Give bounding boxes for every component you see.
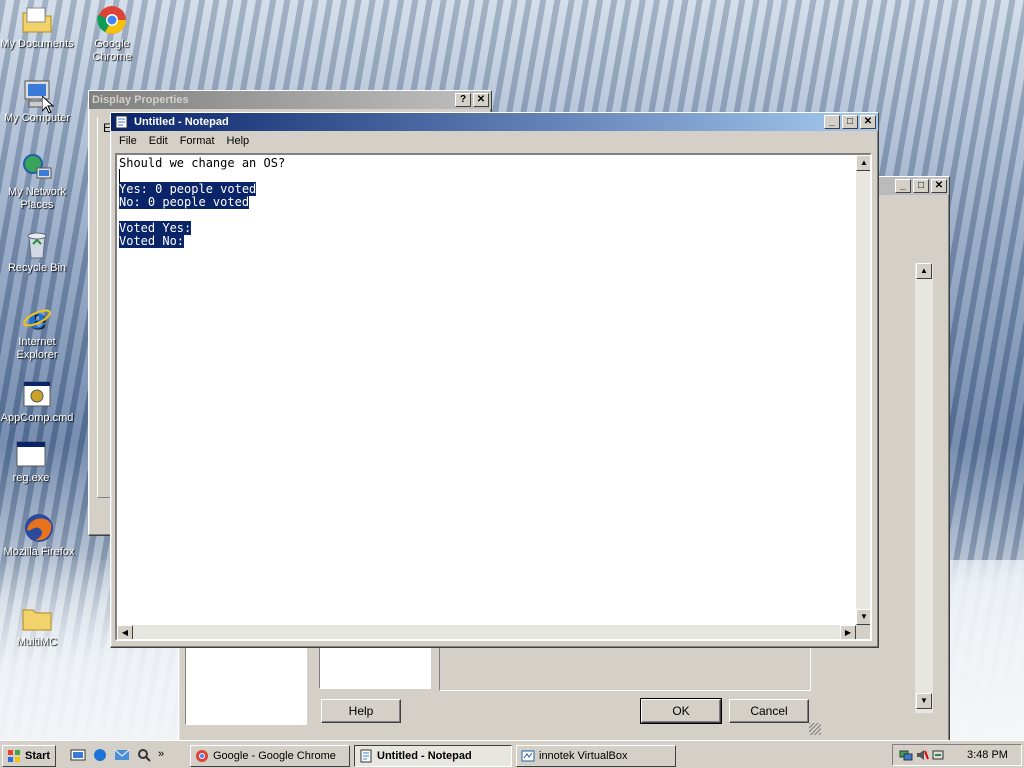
cancel-button[interactable]: Cancel — [729, 699, 809, 723]
desktop-icon-mozilla-firefox[interactable]: Mozilla Firefox — [2, 512, 76, 559]
taskbar: Start » Google - Google Chrome Untitled … — [0, 740, 1024, 768]
selected-text-line: Voted No: — [119, 234, 185, 248]
taskbar-item-virtualbox[interactable]: innotek VirtualBox — [516, 745, 676, 767]
selected-text-line: Yes: 0 people voted — [119, 182, 257, 196]
notepad-icon — [360, 749, 372, 763]
desktop-icon-label: Google Chrome — [92, 38, 132, 63]
scroll-up-icon[interactable]: ▲ — [916, 263, 932, 279]
desktop-icon-label: MultiMC — [16, 636, 58, 648]
window-title: Untitled - Notepad — [134, 116, 229, 128]
application-window-icon — [16, 441, 46, 467]
resize-grip-icon[interactable] — [856, 625, 870, 639]
close-icon[interactable]: ✕ — [473, 93, 489, 107]
menu-file[interactable]: File — [113, 132, 143, 150]
close-icon[interactable]: ✕ — [931, 179, 947, 193]
show-desktop-icon[interactable] — [70, 747, 86, 763]
desktop-icon-recycle-bin[interactable]: Recycle Bin — [0, 228, 74, 275]
desktop-icon-google-chrome[interactable]: Google Chrome — [75, 4, 149, 64]
close-icon[interactable]: ✕ — [860, 115, 876, 129]
batch-file-icon — [23, 381, 51, 407]
menu-edit[interactable]: Edit — [143, 132, 174, 150]
menu-help[interactable]: Help — [221, 132, 256, 150]
help-icon[interactable]: ? — [455, 93, 471, 107]
safely-remove-tray-icon[interactable] — [931, 748, 945, 762]
dialog-scrollbar[interactable]: ▲ ▼ — [915, 263, 933, 713]
network-tray-icon[interactable] — [899, 748, 913, 762]
vertical-scrollbar[interactable]: ▲ ▼ — [856, 155, 870, 625]
help-button[interactable]: Help — [321, 699, 401, 723]
firefox-icon — [25, 514, 53, 542]
internet-explorer-icon: e — [23, 302, 51, 334]
scroll-left-icon[interactable]: ◀ — [117, 625, 133, 639]
details-box — [439, 647, 811, 691]
desktop-icon-label: reg.exe — [12, 472, 50, 484]
folder-icon — [22, 609, 52, 631]
taskbar-item-notepad[interactable]: Untitled - Notepad — [354, 745, 512, 767]
display-properties-titlebar[interactable]: Display Properties ? ✕ — [89, 91, 491, 109]
menu-bar: File Edit Format Help — [111, 131, 878, 151]
selected-text-line: Voted Yes: — [119, 221, 192, 235]
virtualbox-icon — [521, 750, 535, 762]
desktop-icon-label: My Computer — [3, 112, 71, 124]
selected-text-line: No: 0 people voted — [119, 195, 250, 209]
ok-button[interactable]: OK — [640, 698, 722, 724]
desktop-icon-label: My Network Places — [7, 186, 67, 211]
start-label: Start — [25, 750, 51, 762]
window-title: Display Properties — [92, 94, 189, 106]
taskbar-item-label: Google - Google Chrome — [213, 750, 336, 762]
preview-list — [185, 647, 307, 725]
text-editor[interactable]: Should we change an OS? Yes: 0 people vo… — [115, 153, 872, 641]
folder-documents-icon — [22, 7, 52, 33]
taskbar-item-label: innotek VirtualBox — [539, 750, 628, 762]
clock[interactable]: 3:48 PM — [967, 749, 1008, 761]
scroll-right-icon[interactable]: ▶ — [840, 625, 856, 639]
desktop-icon-internet-explorer[interactable]: e Internet Explorer — [0, 302, 74, 362]
mouse-cursor-icon — [42, 96, 54, 114]
notepad-titlebar[interactable]: Untitled - Notepad _ □ ✕ — [111, 113, 878, 131]
scroll-down-icon[interactable]: ▼ — [916, 693, 932, 709]
desktop-icon-label: Internet Explorer — [16, 336, 58, 361]
desktop-icon-label: My Documents — [0, 38, 74, 50]
start-button[interactable]: Start — [2, 745, 56, 767]
chrome-icon — [196, 750, 208, 762]
taskbar-item-chrome[interactable]: Google - Google Chrome — [190, 745, 350, 767]
text-line: Should we change an OS? — [119, 156, 286, 170]
windows-logo-icon — [8, 750, 20, 762]
chevron-right-icon[interactable]: » — [158, 747, 164, 765]
internet-explorer-icon[interactable] — [92, 747, 108, 763]
network-icon — [23, 154, 52, 179]
quick-launch: » — [70, 747, 180, 765]
desktop-icon-reg-exe[interactable]: reg.exe — [0, 438, 62, 485]
menu-format[interactable]: Format — [174, 132, 221, 150]
maximize-icon[interactable]: □ — [842, 115, 858, 129]
scroll-down-icon[interactable]: ▼ — [856, 609, 870, 625]
minimize-icon[interactable]: _ — [895, 179, 911, 193]
notepad-window[interactable]: Untitled - Notepad _ □ ✕ File Edit Forma… — [110, 112, 879, 648]
desktop-icon-label: Recycle Bin — [7, 262, 67, 274]
desktop-icon-my-network-places[interactable]: My Network Places — [0, 152, 74, 212]
editor-content: Should we change an OS? Yes: 0 people vo… — [117, 155, 870, 248]
desktop-icon-multimc[interactable]: MultiMC — [0, 602, 74, 649]
recycle-bin-icon — [27, 232, 47, 259]
volume-tray-icon[interactable] — [915, 748, 929, 762]
search-icon[interactable] — [136, 747, 152, 763]
desktop-icon-appcomp-cmd[interactable]: AppComp.cmd — [0, 378, 74, 425]
minimize-icon[interactable]: _ — [824, 115, 840, 129]
system-tray: 3:48 PM — [892, 744, 1022, 766]
resize-grip-icon[interactable] — [809, 723, 821, 735]
notepad-icon — [115, 115, 128, 129]
thumbnail-box — [319, 647, 431, 689]
desktop-icon-label: AppComp.cmd — [0, 412, 74, 424]
scroll-up-icon[interactable]: ▲ — [856, 155, 870, 171]
chrome-icon — [97, 6, 126, 34]
desktop-icon-my-computer[interactable]: My Computer — [0, 78, 74, 125]
desktop-icon-my-documents[interactable]: My Documents — [0, 4, 74, 51]
svg-text:e: e — [28, 302, 46, 334]
taskbar-item-label: Untitled - Notepad — [377, 750, 472, 762]
desktop-icon-label: Mozilla Firefox — [3, 546, 75, 558]
text-cursor — [119, 169, 128, 183]
maximize-icon[interactable]: □ — [913, 179, 929, 193]
horizontal-scrollbar[interactable]: ◀ ▶ — [117, 625, 856, 639]
outlook-express-icon[interactable] — [114, 747, 130, 763]
